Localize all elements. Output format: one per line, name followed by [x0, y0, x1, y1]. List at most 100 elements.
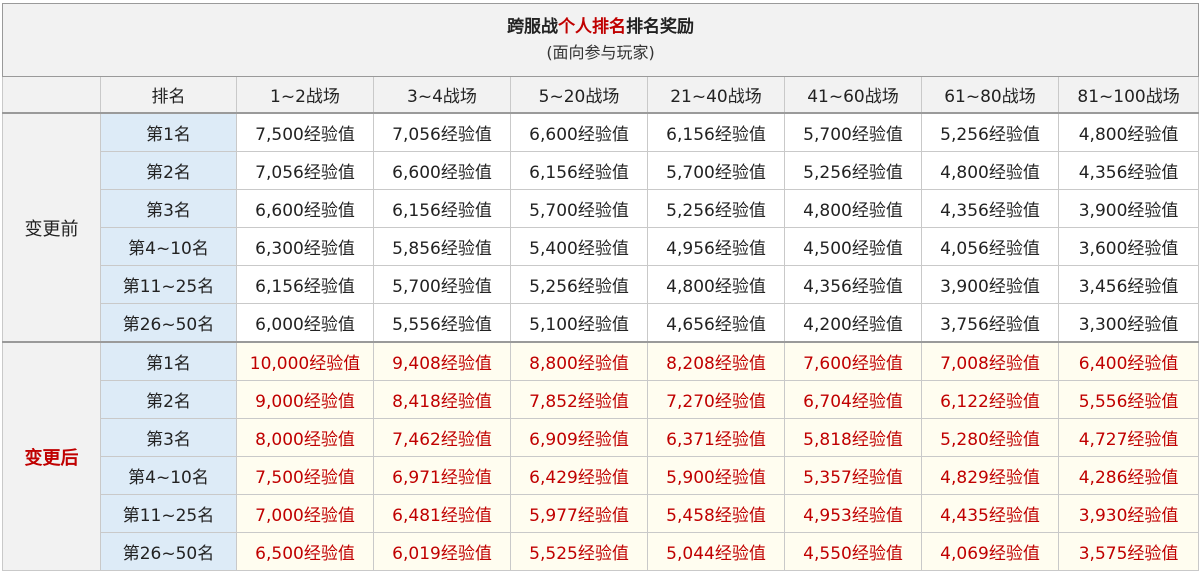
- value-cell: 5,256经验值: [921, 112, 1059, 152]
- value-cell: 5,256经验值: [647, 189, 785, 228]
- value-cell: 6,156经验值: [236, 265, 374, 304]
- value-cell: 7,056经验值: [236, 151, 374, 190]
- value-cell: 8,000经验值: [236, 418, 374, 457]
- value-cell: 4,800经验值: [784, 189, 922, 228]
- value-cell: 6,909经验值: [510, 418, 648, 457]
- value-cell: 6,300经验值: [236, 227, 374, 266]
- rank-cell: 第11~25名: [100, 265, 237, 304]
- value-cell: 5,256经验值: [510, 265, 648, 304]
- value-cell: 4,656经验值: [647, 303, 785, 343]
- value-cell: 4,435经验值: [921, 494, 1059, 533]
- rank-cell: 第26~50名: [100, 303, 237, 343]
- value-cell: 5,856经验值: [373, 227, 511, 266]
- rank-cell: 第3名: [100, 189, 237, 228]
- value-cell: 4,356经验值: [921, 189, 1059, 228]
- table-row: 第4~10名 6,300经验值 5,856经验值 5,400经验值 4,956经验值 4,…: [3, 227, 1200, 266]
- title-subtitle: (面向参与玩家): [546, 43, 655, 62]
- header-column: 1~2战场: [236, 76, 374, 114]
- value-cell: 5,556经验值: [1057, 380, 1200, 419]
- header-column: 81~100战场: [1057, 76, 1200, 114]
- value-cell: 5,525经验值: [510, 532, 648, 571]
- value-cell: 6,704经验值: [784, 380, 922, 419]
- value-cell: 6,122经验值: [921, 380, 1059, 419]
- rank-cell: 第2名: [100, 380, 237, 419]
- value-cell: 7,500经验值: [236, 112, 374, 152]
- value-cell: 7,462经验值: [373, 418, 511, 457]
- table-row: 第4~10名 7,500经验值 6,971经验值 6,429经验值 5,900经验值 5,…: [3, 456, 1200, 495]
- value-cell: 4,956经验值: [647, 227, 785, 266]
- value-cell: 7,000经验值: [236, 494, 374, 533]
- rank-cell: 第26~50名: [100, 532, 237, 571]
- value-cell: 6,371经验值: [647, 418, 785, 457]
- value-cell: 7,056经验值: [373, 112, 511, 152]
- rank-cell: 第1名: [100, 341, 237, 381]
- title-row: 跨服战个人排名排名奖励 (面向参与玩家): [1, 3, 1200, 77]
- title-part1: 跨服战: [507, 17, 559, 37]
- value-cell: 6,481经验值: [373, 494, 511, 533]
- value-cell: 5,256经验值: [784, 151, 922, 190]
- value-cell: 5,280经验值: [921, 418, 1059, 457]
- header-column: 21~40战场: [647, 76, 785, 114]
- title-part3: 排名奖励: [626, 17, 695, 37]
- value-cell: 3,300经验值: [1057, 303, 1200, 343]
- value-cell: 4,069经验值: [921, 532, 1059, 571]
- value-cell: 7,500经验值: [236, 456, 374, 495]
- table-row: 第11~25名 6,156经验值 5,700经验值 5,256经验值 4,800经验值 4…: [3, 265, 1200, 304]
- rank-cell: 第1名: [100, 112, 237, 152]
- value-cell: 5,977经验值: [510, 494, 648, 533]
- header-column: 41~60战场: [784, 76, 922, 114]
- value-cell: 5,357经验值: [784, 456, 922, 495]
- table-row: 变更后 第1名 10,000经验值 9,408经验值 8,800经验值 8,208经验值 7…: [2, 341, 1200, 571]
- value-cell: 3,456经验值: [1057, 265, 1200, 304]
- value-cell: 4,550经验值: [784, 532, 922, 571]
- value-cell: 4,500经验值: [784, 227, 922, 266]
- value-cell: 6,019经验值: [373, 532, 511, 571]
- table-row: 第2名 9,000经验值 8,418经验值 7,852经验值 7,270经验值 6,704…: [3, 380, 1200, 419]
- value-cell: 6,600经验值: [510, 112, 648, 152]
- value-cell: 9,000经验值: [236, 380, 374, 419]
- value-cell: 5,100经验值: [510, 303, 648, 343]
- value-cell: 6,600经验值: [236, 189, 374, 228]
- table-row: 第3名 6,600经验值 6,156经验值 5,700经验值 5,256经验值 4,800…: [3, 189, 1200, 228]
- table-row: 第2名 7,056经验值 6,600经验值 6,156经验值 5,700经验值 5,256…: [3, 151, 1200, 190]
- value-cell: 5,700经验值: [647, 151, 785, 190]
- value-cell: 6,156经验值: [510, 151, 648, 190]
- value-cell: 6,400经验值: [1057, 341, 1200, 381]
- value-cell: 4,800经验值: [647, 265, 785, 304]
- value-cell: 8,208经验值: [647, 341, 785, 381]
- header-row: 排名 1~2战场 3~4战场 5~20战场 21~40战场 41~60战场 61~80战场…: [2, 76, 1200, 114]
- header-column: 5~20战场: [510, 76, 648, 114]
- value-cell: 8,418经验值: [373, 380, 511, 419]
- value-cell: 6,429经验值: [510, 456, 648, 495]
- value-cell: 5,700经验值: [510, 189, 648, 228]
- table-row: 第26~50名 6,000经验值 5,556经验值 5,100经验值 4,656经验值 4…: [3, 303, 1200, 343]
- value-cell: 4,953经验值: [784, 494, 922, 533]
- value-cell: 4,286经验值: [1057, 456, 1200, 495]
- value-cell: 4,200经验值: [784, 303, 922, 343]
- value-cell: 6,000经验值: [236, 303, 374, 343]
- value-cell: 3,600经验值: [1057, 227, 1200, 266]
- rank-cell: 第4~10名: [100, 456, 237, 495]
- value-cell: 6,600经验值: [373, 151, 511, 190]
- group-label-before: 变更前: [2, 112, 101, 343]
- value-cell: 5,556经验值: [373, 303, 511, 343]
- value-cell: 7,852经验值: [510, 380, 648, 419]
- value-cell: 8,800经验值: [510, 341, 648, 381]
- value-cell: 5,700经验值: [784, 112, 922, 152]
- header-rank: 排名: [100, 76, 237, 114]
- header-column: 61~80战场: [921, 76, 1059, 114]
- value-cell: 5,818经验值: [784, 418, 922, 457]
- rank-cell: 第4~10名: [100, 227, 237, 266]
- value-cell: 4,727经验值: [1057, 418, 1200, 457]
- value-cell: 3,756经验值: [921, 303, 1059, 343]
- value-cell: 6,500经验值: [236, 532, 374, 571]
- header-blank-cell: [2, 76, 101, 114]
- value-cell: 9,408经验值: [373, 341, 511, 381]
- table-row: 第3名 8,000经验值 7,462经验值 6,909经验值 6,371经验值 5,818…: [3, 418, 1200, 457]
- title-highlight: 个人排名: [558, 17, 627, 37]
- value-cell: 10,000经验值: [236, 341, 374, 381]
- rank-cell: 第11~25名: [100, 494, 237, 533]
- value-cell: 6,156经验值: [647, 112, 785, 152]
- rank-cell: 第3名: [100, 418, 237, 457]
- value-cell: 5,458经验值: [647, 494, 785, 533]
